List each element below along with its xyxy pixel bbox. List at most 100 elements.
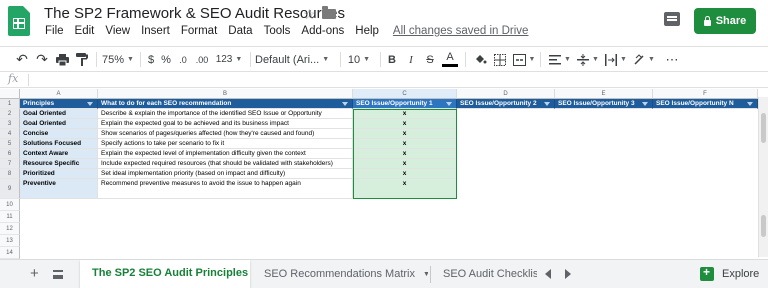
scroll-tabs-left-icon[interactable]: [545, 269, 551, 279]
percent-format-button[interactable]: %: [160, 50, 172, 69]
description-cell[interactable]: Recommend preventive measures to avoid t…: [98, 179, 353, 199]
rotate-icon[interactable]: ▼: [632, 50, 656, 69]
principle-cell[interactable]: Preventive: [20, 179, 98, 199]
check-cell[interactable]: x: [353, 159, 457, 169]
save-status-link[interactable]: All changes saved in Drive: [393, 25, 529, 41]
row-header-8[interactable]: 8: [0, 169, 20, 179]
check-cell[interactable]: x: [353, 109, 457, 119]
wrap-icon[interactable]: ▼: [604, 50, 628, 69]
explore-button[interactable]: Explore: [694, 262, 766, 286]
menu-format[interactable]: Format: [181, 25, 217, 41]
check-cell[interactable]: x: [353, 169, 457, 179]
redo-icon[interactable]: ↷: [34, 50, 50, 69]
tab-seo-recommendations-matrix[interactable]: SEO Recommendations Matrix ▼: [252, 260, 428, 288]
more-toolbar-icon[interactable]: ⋯: [664, 50, 680, 69]
vertical-scrollbar[interactable]: [758, 97, 768, 257]
folder-icon[interactable]: [322, 6, 336, 19]
all-sheets-icon[interactable]: [53, 270, 63, 279]
valign-icon[interactable]: ▼: [576, 50, 600, 69]
bold-button[interactable]: B: [385, 50, 399, 69]
description-cell[interactable]: Show scenarios of pages/queries affected…: [98, 129, 353, 139]
menu-view[interactable]: View: [105, 25, 130, 41]
row-header-5[interactable]: 5: [0, 139, 20, 149]
row-header-2[interactable]: 2: [0, 109, 20, 119]
header-cell-issue-3[interactable]: SEO Issue/Opportunity 3: [555, 99, 653, 109]
filter-icon[interactable]: [342, 102, 348, 106]
merge-icon[interactable]: ▼: [512, 50, 536, 69]
scroll-tabs-right-icon[interactable]: [565, 269, 571, 279]
principle-cell[interactable]: Solutions Focused: [20, 139, 98, 149]
description-cell[interactable]: Specify actions to take per scenario to …: [98, 139, 353, 149]
menu-edit[interactable]: Edit: [75, 25, 95, 41]
check-cell[interactable]: x: [353, 129, 457, 139]
description-cell[interactable]: Describe & explain the importance of the…: [98, 109, 353, 119]
text-color-button[interactable]: A: [442, 50, 458, 67]
star-icon[interactable]: ☆: [303, 6, 316, 23]
principle-cell[interactable]: Goal Oriented: [20, 109, 98, 119]
principle-cell[interactable]: Resource Specific: [20, 159, 98, 169]
menu-addons[interactable]: Add-ons: [301, 25, 344, 41]
fill-color-icon[interactable]: [472, 50, 488, 69]
decrease-decimal-button[interactable]: .0: [176, 50, 190, 69]
print-icon[interactable]: [54, 50, 70, 69]
principle-cell[interactable]: Context Aware: [20, 149, 98, 159]
strikethrough-button[interactable]: S: [423, 50, 437, 69]
menu-insert[interactable]: Insert: [141, 25, 170, 41]
row-header-12[interactable]: 12: [0, 223, 20, 235]
header-cell-principles[interactable]: Principles: [20, 99, 98, 109]
menu-tools[interactable]: Tools: [264, 25, 291, 41]
menu-help[interactable]: Help: [355, 25, 379, 41]
font-family-select[interactable]: Default (Ari... ▼: [255, 50, 335, 69]
formula-bar[interactable]: fx: [0, 72, 768, 88]
scrollbar-thumb-lower[interactable]: [761, 215, 766, 237]
share-button[interactable]: Share: [694, 8, 756, 34]
description-cell[interactable]: Include expected required resources (tha…: [98, 159, 353, 169]
select-all-corner[interactable]: [0, 89, 20, 99]
filter-icon[interactable]: [544, 102, 550, 106]
increase-decimal-button[interactable]: .00: [193, 50, 211, 69]
scrollbar-thumb[interactable]: [761, 113, 766, 143]
column-header-b[interactable]: B: [98, 89, 353, 99]
header-cell-issue-n[interactable]: SEO Issue/Opportunity N: [653, 99, 758, 109]
filter-icon[interactable]: [446, 102, 452, 106]
row-header-14[interactable]: 14: [0, 247, 20, 259]
row-header-6[interactable]: 6: [0, 149, 20, 159]
description-cell[interactable]: Explain the expected goal to be achieved…: [98, 119, 353, 129]
header-cell-what-to-do[interactable]: What to do for each SEO recommendation: [98, 99, 353, 109]
row-header-7[interactable]: 7: [0, 159, 20, 169]
borders-icon[interactable]: [492, 50, 508, 69]
paint-format-icon[interactable]: [74, 50, 90, 69]
comment-icon[interactable]: [664, 12, 680, 26]
description-cell[interactable]: Explain the expected level of implementa…: [98, 149, 353, 159]
add-sheet-button[interactable]: +: [30, 265, 39, 282]
principle-cell[interactable]: Concise: [20, 129, 98, 139]
row-header-1[interactable]: 1: [0, 99, 20, 109]
check-cell[interactable]: x: [353, 119, 457, 129]
header-cell-issue-1[interactable]: SEO Issue/Opportunity 1: [353, 99, 457, 109]
column-header-f[interactable]: F: [653, 89, 758, 99]
row-header-13[interactable]: 13: [0, 235, 20, 247]
check-cell[interactable]: x: [353, 139, 457, 149]
currency-format-button[interactable]: $: [145, 50, 157, 69]
align-icon[interactable]: ▼: [548, 50, 572, 69]
tab-seo-audit-checklist[interactable]: SEO Audit Checklis: [431, 260, 537, 288]
header-cell-issue-2[interactable]: SEO Issue/Opportunity 2: [457, 99, 555, 109]
principle-cell[interactable]: Goal Oriented: [20, 119, 98, 129]
row-header-4[interactable]: 4: [0, 129, 20, 139]
font-size-select[interactable]: 10 ▼: [344, 50, 374, 69]
principle-cell[interactable]: Prioritized: [20, 169, 98, 179]
zoom-select[interactable]: 75% ▼: [101, 50, 135, 69]
tab-sp2-seo-audit-principles[interactable]: The SP2 SEO Audit Principles▼: [80, 260, 250, 288]
menu-data[interactable]: Data: [228, 25, 252, 41]
filter-icon[interactable]: [642, 102, 648, 106]
row-header-3[interactable]: 3: [0, 119, 20, 129]
document-title[interactable]: The SP2 Framework & SEO Audit Resources: [44, 5, 345, 22]
check-cell[interactable]: x: [353, 149, 457, 159]
row-header-11[interactable]: 11: [0, 211, 20, 223]
filter-icon[interactable]: [87, 102, 93, 106]
column-header-e[interactable]: E: [555, 89, 653, 99]
more-formats-button[interactable]: 123 ▼: [214, 50, 244, 69]
italic-button[interactable]: I: [404, 50, 418, 69]
column-header-a[interactable]: A: [20, 89, 98, 99]
column-header-d[interactable]: D: [457, 89, 555, 99]
